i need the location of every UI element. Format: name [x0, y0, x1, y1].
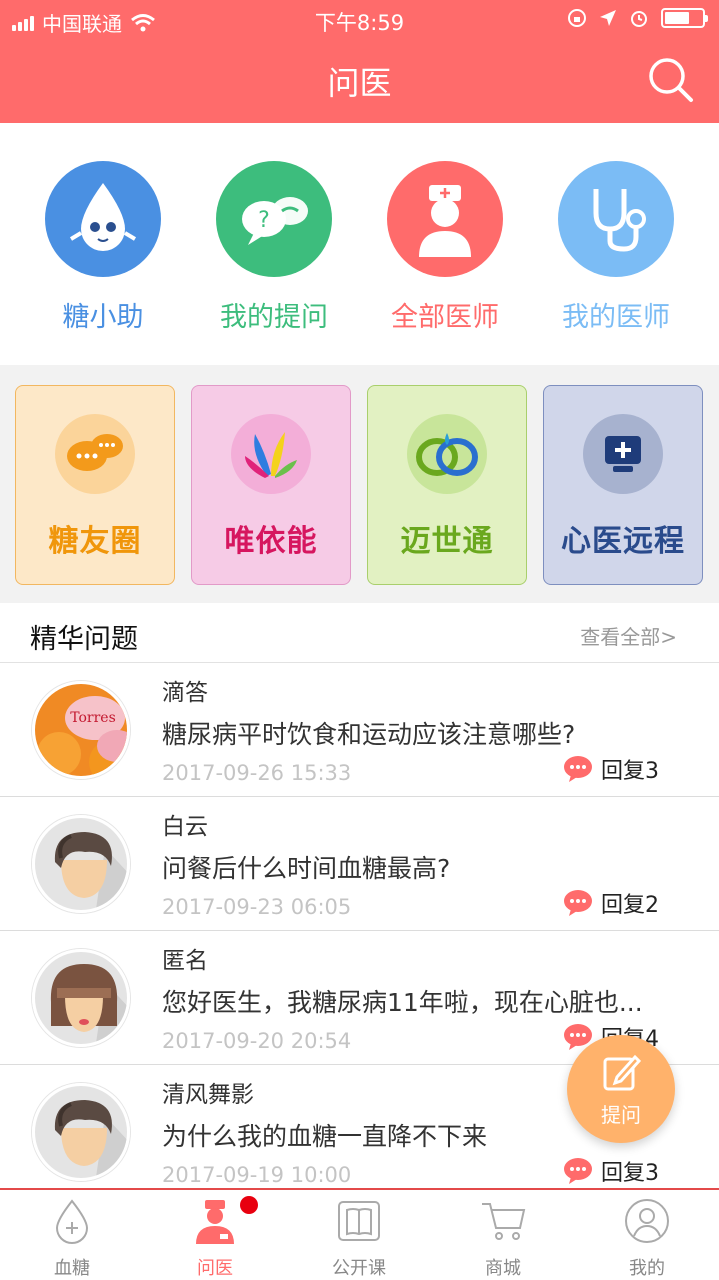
heart-loop-icon — [407, 414, 487, 494]
question-text: 问餐后什么时间血糖最高? — [162, 854, 451, 883]
avatar — [32, 1083, 130, 1181]
partner-name: 唯依能 — [224, 524, 318, 559]
reply-label: 回复3 — [601, 759, 659, 784]
edit-icon — [603, 1054, 641, 1091]
question-date: 2017-09-26 15:33 — [162, 761, 352, 785]
question-date: 2017-09-20 20:54 — [162, 1029, 352, 1053]
question-date: 2017-09-23 06:05 — [162, 895, 352, 919]
reply-label: 回复3 — [601, 1161, 659, 1186]
colorful-leaves-icon — [231, 414, 311, 494]
question-text: 糖尿病平时饮食和运动应该注意哪些? — [162, 720, 576, 749]
quick-entries: 糖小助 ? 我的提问 全部医师 我的医师 — [0, 123, 719, 365]
quick-entry-label: 糖小助 — [62, 302, 144, 333]
partner-card-tangyouquan[interactable]: 糖友圈 — [15, 385, 175, 585]
quick-entry-label: 我的医师 — [562, 302, 670, 333]
battery-icon — [661, 8, 708, 28]
reply-count: 回复2 — [563, 887, 659, 919]
tab-label: 血糖 — [54, 1258, 90, 1279]
alarm-icon — [631, 11, 647, 27]
blood-drop-icon — [55, 1199, 89, 1244]
partner-card-weiyineng[interactable]: 唯依能 — [191, 385, 351, 585]
partner-name: 心医远程 — [561, 524, 685, 559]
partner-card-xinyiyuancheng[interactable]: 心医远程 — [543, 385, 703, 585]
tab-blood-sugar[interactable]: 血糖 — [17, 1198, 127, 1280]
page-title: 问医 — [327, 64, 392, 102]
ask-question-button[interactable]: 提问 — [567, 1035, 675, 1143]
quick-entry-assistant[interactable]: 糖小助 — [18, 161, 188, 334]
tab-label: 商城 — [485, 1258, 521, 1279]
stethoscope-icon — [558, 161, 674, 277]
view-all-link[interactable]: 查看全部> — [580, 621, 677, 650]
quick-entry-label: 我的提问 — [220, 302, 328, 333]
reply-bubble-icon — [564, 756, 592, 782]
doctor-icon — [196, 1200, 234, 1244]
book-icon — [338, 1201, 380, 1241]
svg-text:Torres: Torres — [70, 710, 116, 726]
avatar: Torres — [32, 681, 130, 779]
partner-name: 糖友圈 — [48, 524, 142, 559]
quick-entry-all-doctors[interactable]: 全部医师 — [360, 161, 530, 334]
avatar — [32, 949, 130, 1047]
question-author: 白云 — [162, 814, 208, 840]
question-row[interactable]: 白云 问餐后什么时间血糖最高? 2017-09-23 06:05 回复2 — [0, 797, 719, 931]
nurse-icon — [387, 161, 503, 277]
question-row[interactable]: Torres 滴答 糖尿病平时饮食和运动应该注意哪些? 2017-09-26 1… — [0, 663, 719, 797]
tab-label: 我的 — [629, 1258, 665, 1279]
section-title: 精华问题 — [30, 624, 138, 655]
rotation-lock-icon — [568, 9, 586, 27]
question-date: 2017-09-19 10:00 — [162, 1163, 352, 1187]
reply-count: 回复3 — [563, 1155, 659, 1187]
section-header: 精华问题 查看全部> — [0, 603, 719, 663]
reply-bubble-icon — [564, 1158, 592, 1184]
avatar — [32, 815, 130, 913]
tab-mine[interactable]: 我的 — [592, 1198, 702, 1280]
tab-bar: 血糖 问医 公开课 商城 我的 — [0, 1188, 719, 1280]
svg-text:?: ? — [258, 208, 270, 233]
tab-open-class[interactable]: 公开课 — [304, 1198, 414, 1280]
location-icon — [600, 10, 616, 26]
quick-entry-my-questions[interactable]: ? 我的提问 — [189, 161, 359, 334]
water-drop-mascot-icon — [45, 161, 161, 277]
user-icon — [625, 1199, 669, 1243]
question-bubbles-icon: ? — [216, 161, 332, 277]
medical-monitor-icon — [583, 414, 663, 494]
ask-label: 提问 — [601, 1103, 641, 1127]
partner-name: 迈世通 — [400, 524, 494, 559]
quick-entry-label: 全部医师 — [391, 302, 499, 333]
chat-bubbles-icon — [55, 414, 135, 494]
notification-badge — [240, 1196, 258, 1214]
tab-mall[interactable]: 商城 — [448, 1198, 558, 1280]
partner-card-maishitong[interactable]: 迈世通 — [367, 385, 527, 585]
tab-label: 问医 — [197, 1258, 233, 1279]
question-author: 清风舞影 — [162, 1082, 254, 1108]
cart-icon — [482, 1203, 526, 1240]
reply-bubble-icon — [564, 890, 592, 916]
question-text: 您好医生，我糖尿病11年啦，现在心脏也... — [162, 988, 643, 1017]
reply-count: 回复3 — [563, 753, 659, 785]
reply-label: 回复2 — [601, 893, 659, 918]
top-bar: 中国联通 下午8:59 问医 — [0, 0, 719, 123]
question-author: 滴答 — [162, 680, 208, 706]
search-icon[interactable] — [647, 56, 695, 104]
tab-label: 公开课 — [332, 1258, 386, 1279]
question-author: 匿名 — [162, 948, 208, 974]
partner-cards: 糖友圈 唯依能 迈世通 心医远程 — [0, 365, 719, 603]
quick-entry-my-doctor[interactable]: 我的医师 — [531, 161, 701, 334]
status-bar: 中国联通 下午8:59 — [0, 0, 719, 40]
